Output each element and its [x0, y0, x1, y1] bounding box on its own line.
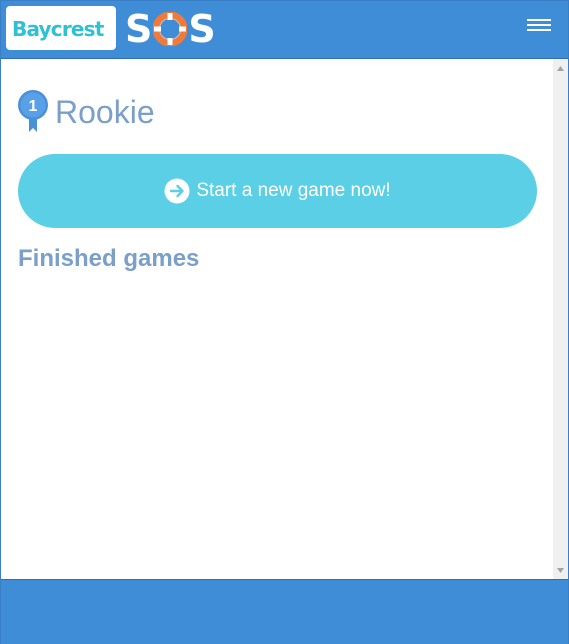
- scroll-up-button[interactable]: [553, 61, 568, 75]
- sos-wordmark: S S: [125, 7, 216, 51]
- start-new-game-label: Start a new game now!: [196, 180, 391, 201]
- sos-letter-s-right: S: [188, 7, 216, 51]
- rank-title: Rookie: [55, 94, 155, 130]
- sos-letter-s-left: S: [125, 7, 153, 51]
- app-footer: [1, 579, 568, 644]
- main-content: 1 Rookie Start a new game now! Finished …: [1, 59, 553, 579]
- scroll-down-button[interactable]: [553, 563, 568, 577]
- app-header: Baycrest S S: [1, 1, 568, 59]
- baycrest-logo: Baycrest: [6, 6, 116, 50]
- hamburger-icon: [527, 19, 551, 21]
- life-buoy-icon: [153, 12, 188, 46]
- arrow-right-circle-icon: [164, 178, 190, 204]
- logo-text: Baycrest: [12, 17, 104, 41]
- level-number: 1: [29, 98, 38, 115]
- finished-games-heading: Finished games: [18, 245, 200, 272]
- rank-row: 1 Rookie: [17, 89, 155, 135]
- start-new-game-button[interactable]: Start a new game now!: [18, 154, 537, 228]
- scroll-up-arrow-icon: [557, 65, 564, 71]
- app-frame: Baycrest S S 1 Rookie Start a new game n…: [0, 0, 569, 644]
- vertical-scrollbar[interactable]: [553, 59, 568, 579]
- ribbon-badge-icon: 1: [17, 89, 49, 135]
- hamburger-menu-button[interactable]: [527, 19, 551, 39]
- scroll-down-arrow-icon: [557, 567, 564, 573]
